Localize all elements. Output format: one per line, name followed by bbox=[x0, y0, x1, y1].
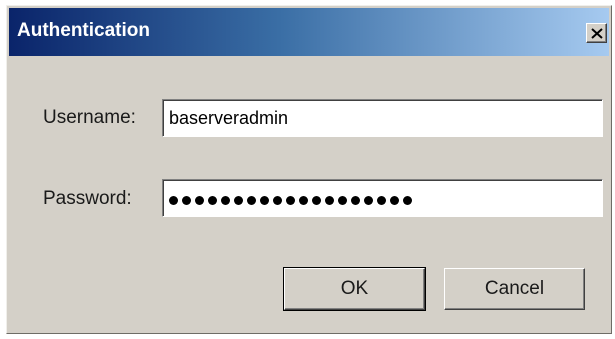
password-mask-dot bbox=[351, 196, 360, 205]
close-button[interactable] bbox=[586, 23, 607, 43]
password-mask-dot bbox=[364, 196, 373, 205]
password-mask-dot bbox=[208, 196, 217, 205]
username-value: baserveradmin bbox=[169, 108, 289, 128]
password-mask-dot bbox=[377, 196, 386, 205]
password-mask-dot bbox=[286, 196, 295, 205]
password-mask-dot bbox=[325, 196, 334, 205]
password-field[interactable] bbox=[162, 179, 603, 217]
password-mask-dot bbox=[247, 196, 256, 205]
password-mask-dot bbox=[338, 196, 347, 205]
password-mask-dot bbox=[403, 196, 412, 205]
password-mask-dot bbox=[273, 196, 282, 205]
password-label: Password: bbox=[43, 188, 132, 209]
password-mask-dot bbox=[390, 196, 399, 205]
password-mask-dot bbox=[182, 196, 191, 205]
close-icon bbox=[591, 28, 603, 39]
dialog-title: Authentication bbox=[17, 20, 150, 41]
password-mask bbox=[169, 192, 416, 210]
password-mask-dot bbox=[299, 196, 308, 205]
title-bar: Authentication bbox=[9, 8, 609, 56]
password-mask-dot bbox=[260, 196, 269, 205]
cancel-button[interactable]: Cancel bbox=[444, 268, 585, 310]
password-mask-dot bbox=[234, 196, 243, 205]
password-mask-dot bbox=[169, 196, 178, 205]
password-mask-dot bbox=[195, 196, 204, 205]
username-field[interactable]: baserveradmin bbox=[162, 99, 603, 137]
ok-button[interactable]: OK bbox=[283, 267, 426, 311]
password-mask-dot bbox=[221, 196, 230, 205]
username-label: Username: bbox=[43, 107, 136, 128]
authentication-dialog: Authentication Username: baserveradmin P… bbox=[6, 5, 612, 334]
password-mask-dot bbox=[312, 196, 321, 205]
